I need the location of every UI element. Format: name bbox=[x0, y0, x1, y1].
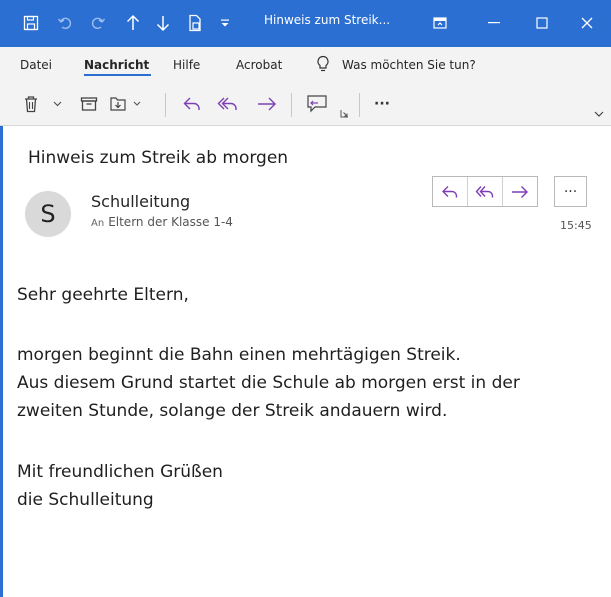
active-tab-indicator bbox=[84, 74, 151, 76]
forward-button[interactable] bbox=[503, 177, 537, 206]
reply-icon bbox=[442, 185, 458, 197]
tab-acrobat[interactable]: Acrobat bbox=[236, 58, 282, 72]
body-closing: Mit freundlichen Grüßen bbox=[17, 462, 223, 482]
message-subject: Hinweis zum Streik ab morgen bbox=[28, 148, 289, 168]
menu-bar: Datei Nachricht Hilfe Acrobat Was möchte… bbox=[0, 47, 611, 83]
forward-icon bbox=[512, 185, 528, 198]
title-bar: Hinweis zum Streik... bbox=[0, 0, 611, 47]
recipient-row: An Eltern der Klasse 1-4 bbox=[91, 215, 233, 229]
more-commands-icon[interactable]: ··· bbox=[371, 91, 393, 117]
received-time: 15:45 bbox=[560, 219, 592, 232]
close-icon[interactable] bbox=[567, 6, 607, 40]
reply-all-icon[interactable] bbox=[215, 91, 241, 117]
forward-icon[interactable] bbox=[254, 91, 280, 117]
save-icon[interactable] bbox=[20, 10, 42, 36]
sender-name[interactable]: Schulleitung bbox=[91, 192, 190, 211]
body-line-3: zweiten Stunde, solange der Streik andau… bbox=[17, 401, 448, 421]
message-actions bbox=[432, 176, 538, 207]
recipient-name[interactable]: Eltern der Klasse 1-4 bbox=[108, 215, 233, 229]
toolbar-divider-3 bbox=[359, 93, 360, 117]
reply-icon[interactable] bbox=[180, 91, 204, 117]
reading-pane-accent bbox=[0, 126, 3, 597]
delete-icon[interactable] bbox=[21, 91, 41, 117]
tab-hilfe[interactable]: Hilfe bbox=[173, 58, 200, 72]
archive-icon[interactable] bbox=[78, 91, 100, 117]
window-title: Hinweis zum Streik... bbox=[264, 13, 391, 27]
avatar[interactable]: S bbox=[25, 191, 71, 237]
reply-button[interactable] bbox=[433, 177, 468, 206]
toolbar-divider bbox=[165, 93, 166, 117]
body-line-2: Aus diesem Grund startet die Schule ab m… bbox=[17, 373, 520, 393]
undo-icon[interactable] bbox=[54, 10, 76, 36]
recipient-label: An bbox=[91, 218, 105, 229]
move-chevron-icon[interactable] bbox=[131, 91, 143, 117]
arrow-down-icon[interactable] bbox=[152, 10, 174, 36]
redo-icon[interactable] bbox=[87, 10, 109, 36]
chevron-down-icon[interactable] bbox=[50, 91, 64, 117]
tab-nachricht[interactable]: Nachricht bbox=[84, 58, 149, 72]
expand-ribbon-icon[interactable] bbox=[592, 107, 606, 121]
move-icon[interactable] bbox=[108, 91, 130, 117]
toolbar-divider-2 bbox=[291, 93, 292, 117]
chat-reply-icon[interactable] bbox=[304, 91, 330, 117]
tell-me-search[interactable]: Was möchten Sie tun? bbox=[342, 58, 476, 72]
body-greeting: Sehr geehrte Eltern, bbox=[17, 285, 189, 305]
ribbon-display-icon[interactable] bbox=[420, 6, 460, 40]
lightbulb-icon[interactable] bbox=[316, 55, 330, 76]
tab-datei[interactable]: Datei bbox=[20, 58, 52, 72]
minimize-icon[interactable] bbox=[474, 6, 514, 40]
customize-icon[interactable] bbox=[217, 10, 233, 36]
page-icon[interactable] bbox=[184, 10, 206, 36]
ribbon-toolbar: ··· bbox=[0, 83, 611, 126]
dialog-launcher-icon[interactable] bbox=[338, 107, 350, 119]
maximize-icon[interactable] bbox=[522, 6, 562, 40]
reply-all-button[interactable] bbox=[468, 177, 503, 206]
body-line-1: morgen beginnt die Bahn einen mehrtägige… bbox=[17, 345, 461, 365]
reply-all-icon bbox=[475, 185, 494, 197]
body-signature: die Schulleitung bbox=[17, 490, 154, 510]
arrow-up-icon[interactable] bbox=[122, 10, 144, 36]
more-actions-button[interactable]: ··· bbox=[554, 176, 587, 207]
